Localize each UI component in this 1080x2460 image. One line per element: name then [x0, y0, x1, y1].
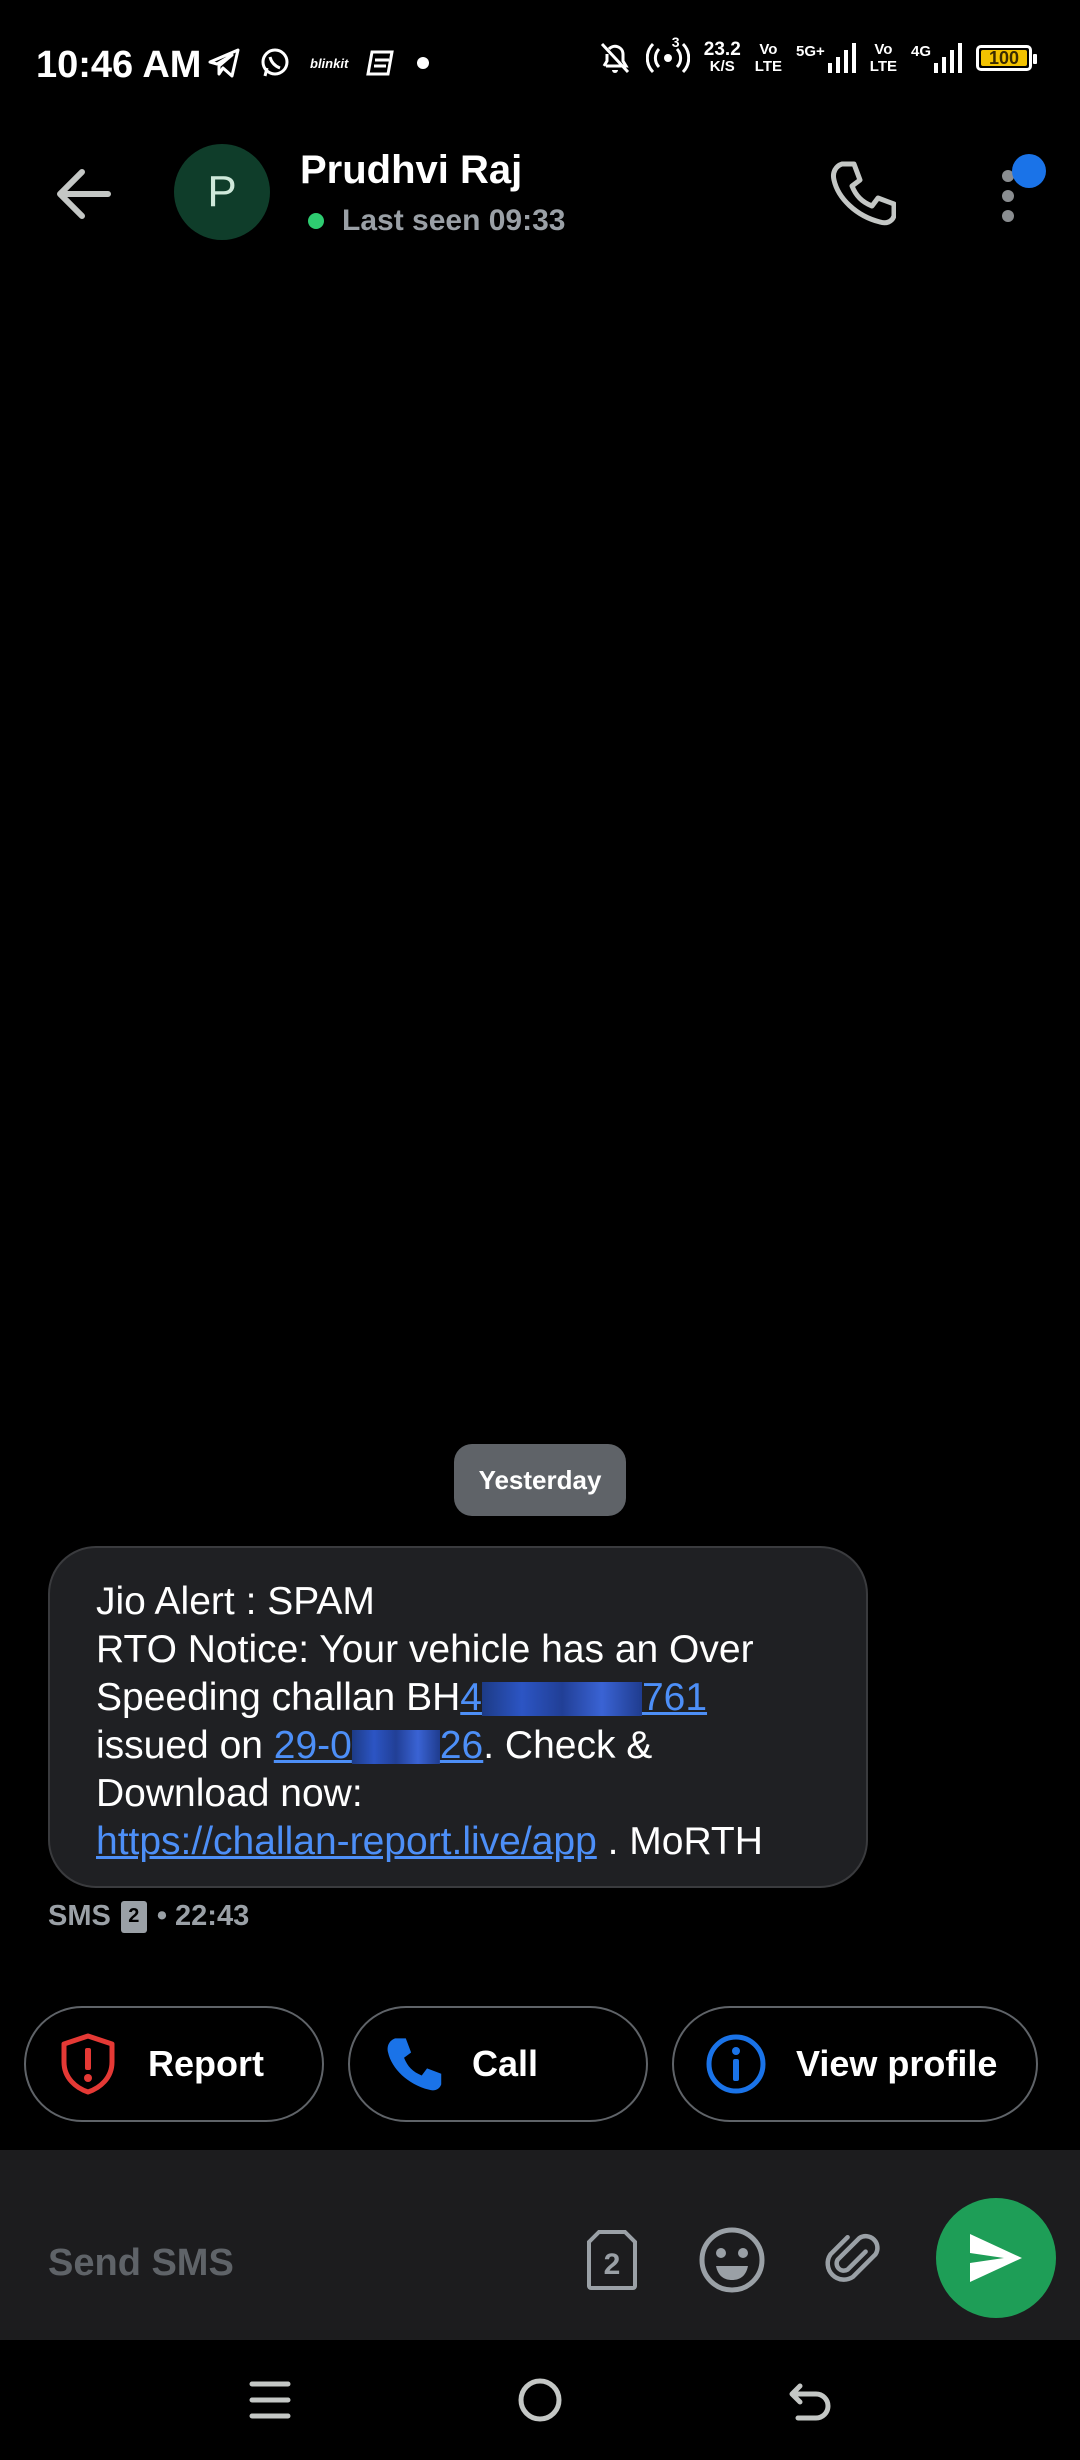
message-line: https://challan-report.live/app . MoRTH [96, 1820, 763, 1863]
message-meta: SMS 2 • 22:43 [48, 1900, 249, 1933]
sim-card-icon: 2 [587, 2230, 637, 2290]
avatar[interactable]: P [174, 144, 270, 240]
emoji-button[interactable] [692, 2220, 772, 2300]
contact-name[interactable]: Prudhvi Raj [300, 148, 522, 193]
network-speed: 23.2 K/S [703, 39, 741, 75]
home-button[interactable] [500, 2364, 580, 2436]
report-button[interactable]: Report [24, 2006, 324, 2122]
view-profile-label: View profile [796, 2043, 998, 2084]
message-line: Download now: [96, 1772, 363, 1815]
url-link[interactable]: https://challan-report.live/app [96, 1820, 597, 1863]
message-time: • 22:43 [156, 1900, 250, 1932]
conversation-header: P Prudhvi Raj Last seen 09:33 [0, 134, 1080, 252]
signal-4g: 4G [911, 43, 962, 73]
volte-badge-2: Vo LTE [869, 41, 897, 75]
back-arrow-icon [789, 2383, 831, 2421]
signal-5g: 5G+ [796, 43, 856, 73]
arrow-back-icon [57, 169, 111, 219]
system-navigation-bar [0, 2340, 1080, 2460]
date-separator: Yesterday [454, 1444, 626, 1516]
paperclip-icon [825, 2233, 880, 2282]
menu-icon [249, 2381, 291, 2419]
report-label: Report [148, 2043, 264, 2084]
blinkit-icon: blinkit [310, 55, 349, 71]
volte-badge-1: Vo LTE [754, 41, 782, 75]
whatsapp-icon [261, 48, 289, 77]
message-composer: 2 [0, 2150, 1080, 2340]
phone-icon [387, 2038, 442, 2091]
signal-bars-icon [934, 43, 962, 73]
message-bubble[interactable]: Jio Alert : SPAM RTO Notice: Your vehicl… [48, 1546, 868, 1888]
status-system-icons: 3 23.2 K/S Vo LTE 5G+ Vo LTE 4G 100 [598, 34, 1037, 76]
dot-icon [417, 57, 430, 69]
call-label: Call [472, 2043, 539, 2084]
emoji-icon [699, 2227, 765, 2293]
sim-card-icon: 2 [120, 1900, 147, 1933]
sim-select-button[interactable]: 2 [572, 2220, 652, 2300]
telegram-icon [208, 48, 240, 78]
shield-alert-icon [61, 2033, 115, 2095]
last-seen-text: Last seen 09:33 [342, 204, 566, 237]
phone-icon [831, 161, 897, 226]
back-nav-button[interactable] [770, 2364, 850, 2436]
online-status-dot [308, 213, 324, 229]
vehicle-number-link[interactable]: 4 761 [460, 1676, 707, 1719]
back-button[interactable] [48, 162, 120, 226]
redacted-text [481, 1682, 642, 1716]
sim-number: 2 [604, 2248, 621, 2281]
bell-muted-icon [600, 42, 629, 74]
last-seen-status: Last seen 09:33 [308, 204, 565, 238]
message-line: Speeding challan BH4 761 [96, 1676, 708, 1719]
home-circle-icon [518, 2378, 562, 2422]
call-action-button[interactable]: Call [348, 2006, 648, 2122]
status-time: 10:46 AM [36, 44, 202, 86]
hotspot-icon: 3 [645, 34, 690, 76]
info-icon [706, 2034, 766, 2094]
date-link[interactable]: 29-0 26 [274, 1724, 483, 1767]
more-options-button[interactable] [986, 154, 1046, 234]
gallery-icon [366, 50, 395, 76]
attach-button[interactable] [812, 2220, 892, 2300]
battery-icon: 100 [976, 45, 1037, 71]
message-line: issued on 29-0 26. Check & [96, 1724, 653, 1767]
message-line: RTO Notice: Your vehicle has an Over [96, 1628, 754, 1671]
view-profile-button[interactable]: View profile [672, 2006, 1038, 2122]
send-icon [970, 2234, 1022, 2282]
send-button[interactable] [936, 2198, 1056, 2318]
call-button[interactable] [826, 158, 897, 228]
signal-bars-icon [827, 43, 856, 73]
message-type: SMS [48, 1900, 111, 1932]
message-line: Jio Alert : SPAM [96, 1580, 375, 1623]
recents-button[interactable] [230, 2364, 310, 2436]
notification-dot [1012, 154, 1046, 188]
message-input[interactable] [48, 2242, 528, 2285]
status-notification-icons: blinkit [208, 46, 430, 80]
status-bar: 10:46 AM blinkit 3 23.2 K/S Vo LTE 5G+ V… [0, 0, 1080, 134]
redacted-text [351, 1730, 440, 1764]
